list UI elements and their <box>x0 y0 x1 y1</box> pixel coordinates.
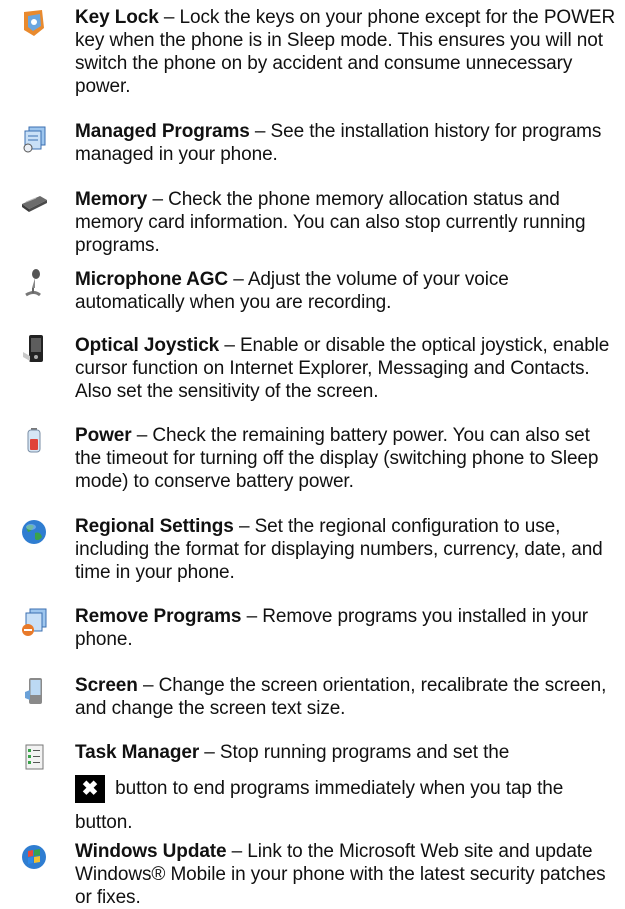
item-text: Remove Programs – Remove programs you in… <box>75 605 620 651</box>
item-term: Optical Joystick <box>75 335 220 356</box>
item-text: Key Lock – Lock the keys on your phone e… <box>75 6 620 98</box>
item-text: Windows Update – Link to the Microsoft W… <box>75 840 620 909</box>
remove-programs-icon <box>20 607 48 637</box>
item-text: Memory – Check the phone memory allocati… <box>75 188 620 257</box>
item-term: Regional Settings <box>75 516 234 537</box>
item-desc: – Change the screen orientation, recalib… <box>75 675 607 719</box>
item-term: Screen <box>75 675 138 696</box>
item-text: Screen – Change the screen orientation, … <box>75 674 620 720</box>
item-term: Remove Programs <box>75 606 242 627</box>
item-term: Key Lock <box>75 7 159 28</box>
screen-icon <box>20 676 48 706</box>
item-term: Microphone AGC <box>75 269 229 290</box>
optical-joystick-icon <box>20 334 48 364</box>
item-term: Managed Programs <box>75 121 250 142</box>
item-desc: – Check the phone memory allocation stat… <box>75 189 586 256</box>
globe-icon <box>20 517 48 547</box>
item-text: Regional Settings – Set the regional con… <box>75 515 620 584</box>
task-manager-icon <box>20 743 48 773</box>
item-term: Memory <box>75 189 148 210</box>
item-desc-before: – Stop running programs and set the <box>199 742 510 763</box>
windows-update-icon <box>20 842 48 872</box>
key-lock-icon <box>20 8 48 38</box>
item-desc-after: button to end programs immediately when … <box>75 778 564 833</box>
item-desc: – Check the remaining battery power. You… <box>75 425 599 492</box>
item-text: Microphone AGC – Adjust the volume of yo… <box>75 268 620 314</box>
item-term: Task Manager <box>75 742 200 763</box>
battery-icon <box>20 426 48 456</box>
memory-chip-icon <box>20 190 48 220</box>
end-task-x-icon: ✖ <box>75 774 105 803</box>
item-term: Power <box>75 425 132 446</box>
microphone-icon <box>20 268 48 298</box>
managed-programs-icon <box>20 124 48 154</box>
item-text: Managed Programs – See the installation … <box>75 120 620 166</box>
item-term: Windows Update <box>75 841 227 862</box>
item-text: Task Manager – Stop running programs and… <box>75 741 620 840</box>
item-text: Optical Joystick – Enable or disable the… <box>75 334 620 403</box>
item-text: Power – Check the remaining battery powe… <box>75 424 620 493</box>
